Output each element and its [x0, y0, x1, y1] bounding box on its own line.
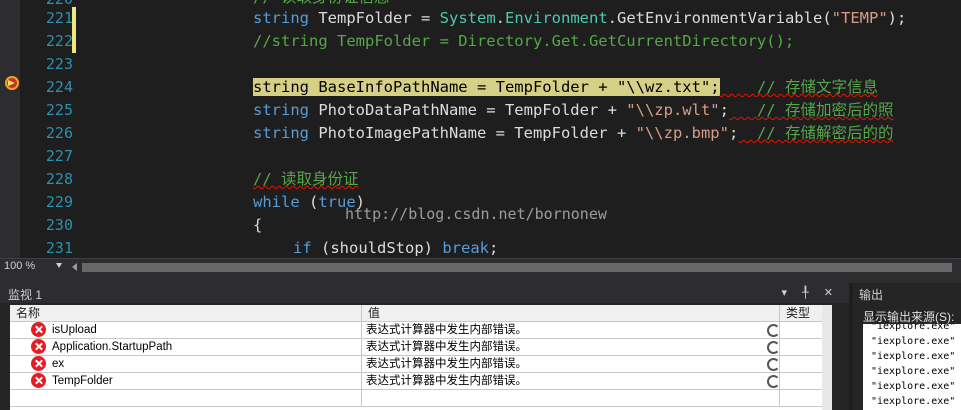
code-line-231: if (shouldStop) break;	[293, 239, 499, 257]
line-number: 229	[45, 193, 73, 211]
horizontal-scrollbar-thumb[interactable]	[82, 263, 952, 272]
watch-grid[interactable]: 名称 值 类型 isUpload 表达式计算器中发生内部错误。 Applicat…	[10, 305, 832, 410]
watch-row[interactable]: TempFolder 表达式计算器中发生内部错误。	[10, 373, 832, 390]
line-number: 226	[45, 124, 73, 142]
code-line-224-current: string BaseInfoPathName = TempFolder + "…	[253, 78, 878, 96]
watch-item-value[interactable]: 表达式计算器中发生内部错误。	[362, 373, 780, 389]
zoom-dropdown-icon[interactable]	[56, 263, 62, 268]
output-line: "iexplore.exe"	[871, 351, 956, 362]
refresh-icon[interactable]	[767, 324, 780, 337]
watch-panel: 监视 1 ▾ ╀ ✕ 名称 值 类型 isUpload 表达式计算器中发生内部错…	[0, 283, 849, 410]
line-number: 224	[45, 78, 73, 96]
code-line-230: {	[253, 216, 263, 234]
line-number: 231	[45, 239, 73, 257]
watch-row[interactable]: isUpload 表达式计算器中发生内部错误。	[10, 322, 832, 339]
change-tracking-bar	[72, 7, 76, 53]
output-panel: 输出 显示输出来源(S): "iexplore.exe" "iexplore.e…	[853, 283, 961, 410]
code-line-226: string PhotoImagePathName = TempFolder +…	[253, 124, 894, 142]
watch-new-item-name[interactable]	[10, 390, 362, 406]
watch-item-value[interactable]: 表达式计算器中发生内部错误。	[362, 322, 780, 338]
line-number: 225	[45, 101, 73, 119]
indicator-margin[interactable]	[0, 0, 20, 258]
watermark-url: http://blog.csdn.net/bornonew	[345, 205, 607, 223]
code-editor[interactable]: 220 221 222 223 224 225 226 227 228 229 …	[0, 0, 961, 258]
watch-item-name[interactable]: isUpload	[10, 322, 362, 338]
watch-new-item-value	[362, 390, 780, 406]
line-number: 230	[45, 216, 73, 234]
watch-item-name[interactable]: ex	[10, 356, 362, 372]
watch-row[interactable]: Application.StartupPath 表达式计算器中发生内部错误。	[10, 339, 832, 356]
line-number: 222	[45, 32, 73, 50]
output-panel-title: 输出	[859, 288, 884, 302]
watch-item-value[interactable]: 表达式计算器中发生内部错误。	[362, 339, 780, 355]
output-line: "iexplore.exe"	[871, 366, 956, 377]
watch-panel-header: 监视 1 ▾ ╀ ✕	[0, 283, 849, 303]
code-line-222: //string TempFolder = Directory.Get.GetC…	[253, 32, 795, 50]
column-header-name[interactable]: 名称	[10, 305, 362, 322]
editor-status-bar: 100 %	[0, 258, 961, 277]
code-line-225: string PhotoDataPathName = TempFolder + …	[253, 101, 894, 119]
output-source-label: 显示输出来源(S):	[863, 310, 955, 324]
line-number: 228	[45, 170, 73, 188]
column-header-value[interactable]: 值	[362, 305, 780, 322]
zoom-level[interactable]: 100 %	[4, 260, 35, 272]
breakpoint-current-statement-icon[interactable]	[5, 76, 19, 90]
watch-item-name[interactable]: Application.StartupPath	[10, 339, 362, 355]
watch-item-name[interactable]: TempFolder	[10, 373, 362, 389]
watch-item-value[interactable]: 表达式计算器中发生内部错误。	[362, 356, 780, 372]
panel-window-controls[interactable]: ▾ ╀ ✕	[782, 286, 839, 299]
output-line: "iexplore.exe"	[871, 381, 956, 392]
watch-vertical-scrollbar[interactable]	[822, 305, 832, 410]
output-line: "iexplore.exe"	[871, 396, 956, 407]
line-number: 227	[45, 147, 73, 165]
scroll-left-arrow-icon[interactable]	[72, 263, 77, 271]
watch-panel-title: 监视 1	[8, 288, 43, 302]
output-text-area[interactable]: "iexplore.exe" "iexplore.exe" "iexplore.…	[863, 324, 961, 410]
line-number: 223	[45, 55, 73, 73]
line-number-gutter: 220 221 222 223 224 225 226 227 228 229 …	[20, 0, 75, 258]
refresh-icon[interactable]	[767, 375, 780, 388]
refresh-icon[interactable]	[767, 341, 780, 354]
watch-row-empty[interactable]	[10, 390, 832, 407]
code-line-228: // 读取身份证	[253, 170, 359, 188]
output-line: "iexplore.exe"	[871, 324, 956, 332]
watch-row[interactable]: ex 表达式计算器中发生内部错误。	[10, 356, 832, 373]
output-line: "iexplore.exe"	[871, 336, 956, 347]
line-number: 221	[45, 9, 73, 27]
refresh-icon[interactable]	[767, 358, 780, 371]
code-line-221: string TempFolder = System.Environment.G…	[253, 9, 907, 27]
